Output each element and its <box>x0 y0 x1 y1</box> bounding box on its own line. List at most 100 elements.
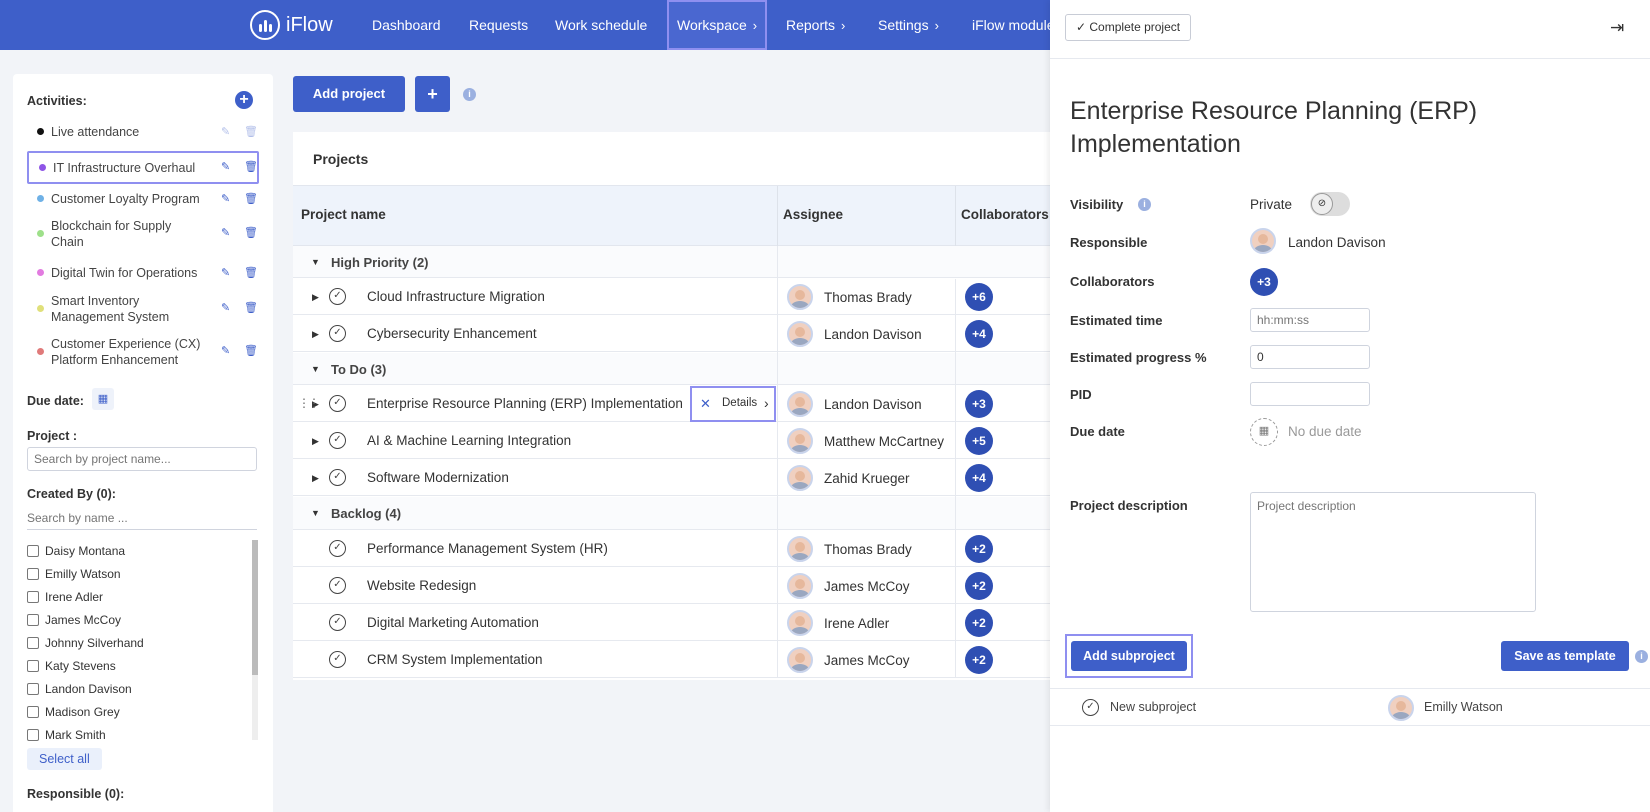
add-project-button[interactable]: Add project <box>293 76 405 112</box>
responsible-value[interactable]: Landon Davison <box>1288 235 1386 250</box>
user-checkbox-row[interactable]: Landon Davison <box>27 682 132 696</box>
delete-icon[interactable]: 🗑 <box>244 266 258 279</box>
collapse-panel-icon[interactable]: ⇥ <box>1610 18 1624 38</box>
info-icon[interactable]: i <box>1635 650 1648 663</box>
nav-reports[interactable]: Reports › <box>786 0 845 50</box>
checkbox[interactable] <box>27 545 39 557</box>
calendar-icon[interactable]: ▦ <box>1250 418 1278 446</box>
checkbox[interactable] <box>27 591 39 603</box>
activity-item[interactable]: Customer Experience (CX) Platform Enhanc… <box>27 332 259 372</box>
complete-check-icon[interactable]: ✓ <box>329 325 346 342</box>
collaborators-badge[interactable]: +4 <box>965 464 993 492</box>
info-icon[interactable]: i <box>463 88 476 101</box>
edit-icon[interactable]: ✎ <box>221 125 230 138</box>
user-checkbox-row[interactable]: Katy Stevens <box>27 659 116 673</box>
activity-item[interactable]: Blockchain for Supply Chain ✎ 🗑 <box>27 214 259 254</box>
subproject-assignee[interactable]: Emilly Watson <box>1424 700 1503 714</box>
complete-check-icon[interactable]: ✓ <box>329 288 346 305</box>
checkbox[interactable] <box>27 660 39 672</box>
table-row[interactable]: ✓ CRM System Implementation <box>293 642 1053 678</box>
caret-down-icon[interactable]: ▼ <box>311 257 320 267</box>
group-row-high-priority[interactable]: ▼ High Priority (2) <box>293 246 1053 278</box>
calendar-icon[interactable]: ▦ <box>92 388 114 410</box>
edit-icon[interactable]: ✎ <box>221 192 230 205</box>
visibility-toggle[interactable]: ⊘ <box>1310 192 1350 216</box>
user-checkbox-row[interactable]: Mark Smith <box>27 728 106 741</box>
nav-iflow-module[interactable]: iFlow module <box>972 0 1054 50</box>
edit-icon[interactable]: ✎ <box>221 226 230 239</box>
complete-check-icon[interactable]: ✓ <box>329 469 346 486</box>
collaborators-badge[interactable]: +5 <box>965 427 993 455</box>
table-row[interactable]: ✓ Performance Management System (HR) <box>293 531 1053 567</box>
scrollbar-thumb[interactable] <box>252 540 258 675</box>
estimated-progress-input[interactable] <box>1250 345 1370 369</box>
collaborators-badge[interactable]: +2 <box>965 572 993 600</box>
save-as-template-button[interactable]: Save as template <box>1501 641 1629 671</box>
collaborators-badge[interactable]: +3 <box>965 390 993 418</box>
project-title[interactable]: Enterprise Resource Planning (ERP) Imple… <box>1070 95 1590 161</box>
collaborators-badge[interactable]: +2 <box>965 646 993 674</box>
nav-workspace[interactable]: Workspace › <box>667 0 768 50</box>
activity-item[interactable]: Smart Inventory Management System ✎ 🗑 <box>27 289 259 329</box>
column-project-name[interactable]: Project name <box>301 207 386 222</box>
delete-icon[interactable]: 🗑 <box>244 344 258 357</box>
checkbox[interactable] <box>27 614 39 626</box>
collaborators-badge[interactable]: +6 <box>965 283 993 311</box>
drag-handle-icon[interactable]: ⋮⋮ <box>298 396 320 410</box>
subproject-name[interactable]: New subproject <box>1110 700 1196 714</box>
column-assignee[interactable]: Assignee <box>783 207 843 222</box>
pid-input[interactable] <box>1250 382 1370 406</box>
caret-right-icon[interactable]: ▶ <box>312 292 319 303</box>
table-row[interactable]: ✓ Digital Marketing Automation <box>293 605 1053 641</box>
edit-icon[interactable]: ✎ <box>221 301 230 314</box>
checkbox[interactable] <box>27 728 39 741</box>
nav-dashboard[interactable]: Dashboard <box>372 0 441 50</box>
checkbox[interactable] <box>27 637 39 649</box>
complete-check-icon[interactable]: ✓ <box>329 540 346 557</box>
info-icon[interactable]: i <box>1138 198 1151 211</box>
project-search-input[interactable] <box>27 447 257 471</box>
due-date-value[interactable]: No due date <box>1288 424 1362 439</box>
table-row[interactable]: ▶ ✓ Software Modernization <box>293 460 1053 496</box>
complete-check-icon[interactable]: ✓ <box>329 577 346 594</box>
group-row-backlog[interactable]: ▼ Backlog (4) <box>293 497 1053 530</box>
nav-settings[interactable]: Settings › <box>878 0 939 50</box>
collaborators-badge[interactable]: +3 <box>1250 268 1278 296</box>
add-subproject-button[interactable]: Add subproject <box>1071 641 1187 671</box>
complete-check-icon[interactable]: ✓ <box>329 651 346 668</box>
edit-icon[interactable]: ✎ <box>221 266 230 279</box>
project-description-input[interactable] <box>1250 492 1536 612</box>
column-divider[interactable] <box>955 186 956 247</box>
table-row[interactable]: ✓ Website Redesign <box>293 568 1053 604</box>
subproject-row[interactable]: ✓ New subproject Emilly Watson <box>1050 688 1650 726</box>
caret-down-icon[interactable]: ▼ <box>311 364 320 374</box>
add-quick-button[interactable]: + <box>415 76 450 112</box>
group-row-to-do[interactable]: ▼ To Do (3) <box>293 353 1053 385</box>
collaborators-badge[interactable]: +4 <box>965 320 993 348</box>
nav-requests[interactable]: Requests <box>469 0 528 50</box>
edit-icon[interactable]: ✎ <box>221 160 230 173</box>
select-all-button[interactable]: Select all <box>27 748 102 770</box>
complete-project-button[interactable]: ✓ Complete project <box>1065 14 1192 41</box>
user-checkbox-row[interactable]: Irene Adler <box>27 590 103 604</box>
brand-logo[interactable]: iFlow <box>250 10 333 40</box>
user-checkbox-row[interactable]: Emilly Watson <box>27 567 121 581</box>
edit-icon[interactable]: ✎ <box>221 344 230 357</box>
activity-item-selected[interactable]: IT Infrastructure Overhaul ✎ 🗑 <box>27 151 259 184</box>
collaborators-badge[interactable]: +2 <box>965 535 993 563</box>
table-row[interactable]: ▶ ✓ Cloud Infrastructure Migration <box>293 279 1053 315</box>
caret-right-icon[interactable]: ▶ <box>312 473 319 484</box>
checkbox[interactable] <box>27 706 39 718</box>
complete-check-icon[interactable]: ✓ <box>1082 699 1099 716</box>
activity-item[interactable]: Live attendance ✎ 🗑 <box>27 119 259 145</box>
checkbox[interactable] <box>27 568 39 580</box>
complete-check-icon[interactable]: ✓ <box>329 614 346 631</box>
delete-icon[interactable]: 🗑 <box>244 301 258 314</box>
complete-check-icon[interactable]: ✓ <box>329 395 346 412</box>
row-details-button[interactable]: ✕ Details › <box>690 386 776 422</box>
delete-icon[interactable]: 🗑 <box>244 125 258 138</box>
activity-item[interactable]: Customer Loyalty Program ✎ 🗑 <box>27 185 259 213</box>
delete-icon[interactable]: 🗑 <box>244 192 258 205</box>
user-checkbox-row[interactable]: James McCoy <box>27 613 121 627</box>
column-divider[interactable] <box>777 186 778 247</box>
